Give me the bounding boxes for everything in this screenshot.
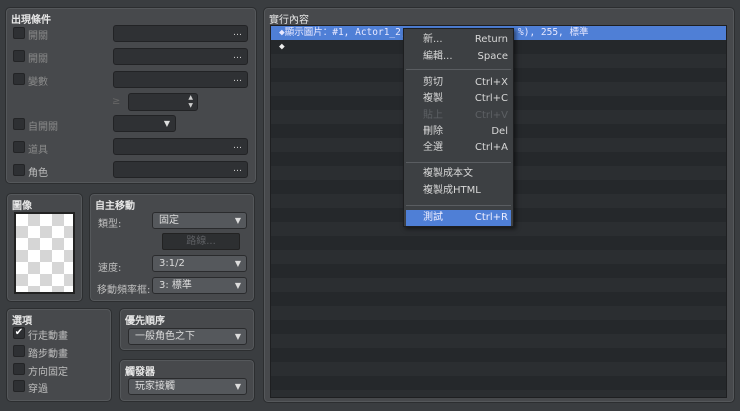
variable-label: 變數 <box>28 77 48 88</box>
menu-item-paste: 貼上 Ctrl+V <box>406 108 511 124</box>
trigger-value: 玩家接觸 <box>135 381 175 392</box>
walking-anim-label: 行走動畫 <box>28 331 68 342</box>
through-checkbox[interactable] <box>13 380 25 392</box>
priority-title: 優先順序 <box>125 316 165 327</box>
menu-item-test[interactable]: 測試 Ctrl+R <box>406 210 511 226</box>
item-checkbox[interactable] <box>13 141 25 153</box>
frequency-value: 3: 標準 <box>159 280 192 291</box>
ellipsis-icon: … <box>233 51 242 61</box>
contents-title: 實行內容 <box>269 15 309 26</box>
menu-item-label: 剪切 <box>423 77 443 88</box>
switch2-checkbox[interactable] <box>13 50 25 62</box>
menu-item-cut[interactable]: 剪切 Ctrl+X <box>406 75 511 91</box>
context-menu: 新... Return 編輯... Space 剪切 Ctrl+X 複製 Ctrl+C … <box>403 28 514 227</box>
switch2-label: 開關 <box>28 54 48 65</box>
ellipsis-icon: … <box>233 141 242 151</box>
movement-title: 自主移動 <box>95 201 135 212</box>
menu-item-edit[interactable]: 編輯... Space <box>406 49 511 65</box>
chevron-down-icon: ▼ <box>234 281 241 290</box>
menu-item-label: 複製成HTML <box>423 185 481 196</box>
switch1-label: 開關 <box>28 31 48 42</box>
speed-label: 速度: <box>98 263 122 274</box>
spinner-arrows-icon[interactable]: ▲ ▼ <box>188 94 193 110</box>
menu-item-shortcut: Ctrl+C <box>474 93 508 104</box>
ellipsis-icon: … <box>233 28 242 38</box>
chevron-down-icon: ▼ <box>234 216 241 225</box>
actor-field[interactable]: … <box>113 161 248 178</box>
walking-anim-checkbox[interactable]: ✔ <box>13 327 25 339</box>
menu-item-label: 複製成本文 <box>423 168 473 179</box>
ellipsis-icon: … <box>233 164 242 174</box>
route-button[interactable]: 路線... <box>162 233 240 250</box>
variable-field[interactable]: … <box>113 71 248 88</box>
variable-checkbox[interactable] <box>13 73 25 85</box>
menu-separator <box>406 162 511 163</box>
actor-checkbox[interactable] <box>13 164 25 176</box>
switch1-field[interactable]: … <box>113 25 248 42</box>
chevron-down-icon: ▼ <box>234 332 241 341</box>
switch1-checkbox[interactable] <box>13 27 25 39</box>
menu-separator <box>406 205 511 206</box>
stepping-anim-checkbox[interactable] <box>13 345 25 357</box>
trigger-select[interactable]: 玩家接觸 ▼ <box>128 378 247 395</box>
menu-item-label: 全選 <box>423 142 443 153</box>
menu-item-delete[interactable]: 刪除 Del <box>406 124 511 140</box>
image-preview[interactable] <box>14 212 75 294</box>
movement-type-label: 類型: <box>98 219 122 230</box>
menu-item-copy-html[interactable]: 複製成HTML <box>406 183 511 199</box>
menu-item-new[interactable]: 新... Return <box>406 32 511 48</box>
stepping-anim-label: 踏步動畫 <box>28 349 68 360</box>
menu-item-copy-text[interactable]: 複製成本文 <box>406 166 511 182</box>
chevron-down-icon: ▼ <box>234 382 241 391</box>
priority-value: 一般角色之下 <box>135 331 195 342</box>
movement-type-select[interactable]: 固定 ▼ <box>152 212 247 229</box>
speed-value: 3:1/2 <box>159 258 185 269</box>
menu-item-copy[interactable]: 複製 Ctrl+C <box>406 91 511 107</box>
direction-fix-checkbox[interactable] <box>13 363 25 375</box>
menu-separator <box>406 69 511 70</box>
variable-value-spinner[interactable]: ▲ ▼ <box>128 93 198 111</box>
menu-item-select-all[interactable]: 全選 Ctrl+A <box>406 140 511 156</box>
menu-item-label: 刪除 <box>423 126 443 137</box>
chevron-down-icon: ▼ <box>163 119 170 128</box>
self-switch-select[interactable]: ▼ <box>113 115 176 132</box>
ellipsis-icon: … <box>233 74 242 84</box>
trigger-title: 觸發器 <box>125 367 155 378</box>
speed-select[interactable]: 3:1/2 ▼ <box>152 255 247 272</box>
menu-item-shortcut: Del <box>491 126 508 137</box>
menu-item-label: 新... <box>423 34 443 45</box>
switch2-field[interactable]: … <box>113 48 248 65</box>
priority-select[interactable]: 一般角色之下 ▼ <box>128 328 247 345</box>
frequency-label: 移動頻率框: <box>97 285 151 296</box>
menu-item-shortcut: Return <box>474 34 508 45</box>
direction-fix-label: 方向固定 <box>28 367 68 378</box>
menu-item-label: 貼上 <box>423 110 443 121</box>
menu-item-label: 複製 <box>423 93 443 104</box>
command-text-left: ◆顯示圖片：#1, Actor1_2, <box>279 27 407 38</box>
menu-item-shortcut: Ctrl+R <box>474 212 508 223</box>
item-label: 道具 <box>28 145 48 156</box>
menu-item-label: 測試 <box>423 212 443 223</box>
menu-item-shortcut: Ctrl+A <box>474 142 508 153</box>
command-text-right: %), 255, 標準 <box>518 27 589 38</box>
image-title: 圖像 <box>12 201 32 212</box>
through-label: 穿過 <box>28 384 48 395</box>
conditions-title: 出現條件 <box>11 15 51 26</box>
movement-type-value: 固定 <box>159 215 179 226</box>
item-field[interactable]: … <box>113 138 248 155</box>
compare-symbol: ≥ <box>112 96 121 107</box>
menu-item-shortcut: Ctrl+V <box>474 110 508 121</box>
options-title: 選項 <box>12 316 32 327</box>
self-switch-label: 自開關 <box>28 122 58 133</box>
menu-item-shortcut: Space <box>477 51 508 62</box>
self-switch-checkbox[interactable] <box>13 118 25 130</box>
frequency-select[interactable]: 3: 標準 ▼ <box>152 277 247 294</box>
menu-item-shortcut: Ctrl+X <box>474 77 508 88</box>
actor-label: 角色 <box>28 168 48 179</box>
chevron-down-icon: ▼ <box>234 259 241 268</box>
menu-item-label: 編輯... <box>423 51 453 62</box>
